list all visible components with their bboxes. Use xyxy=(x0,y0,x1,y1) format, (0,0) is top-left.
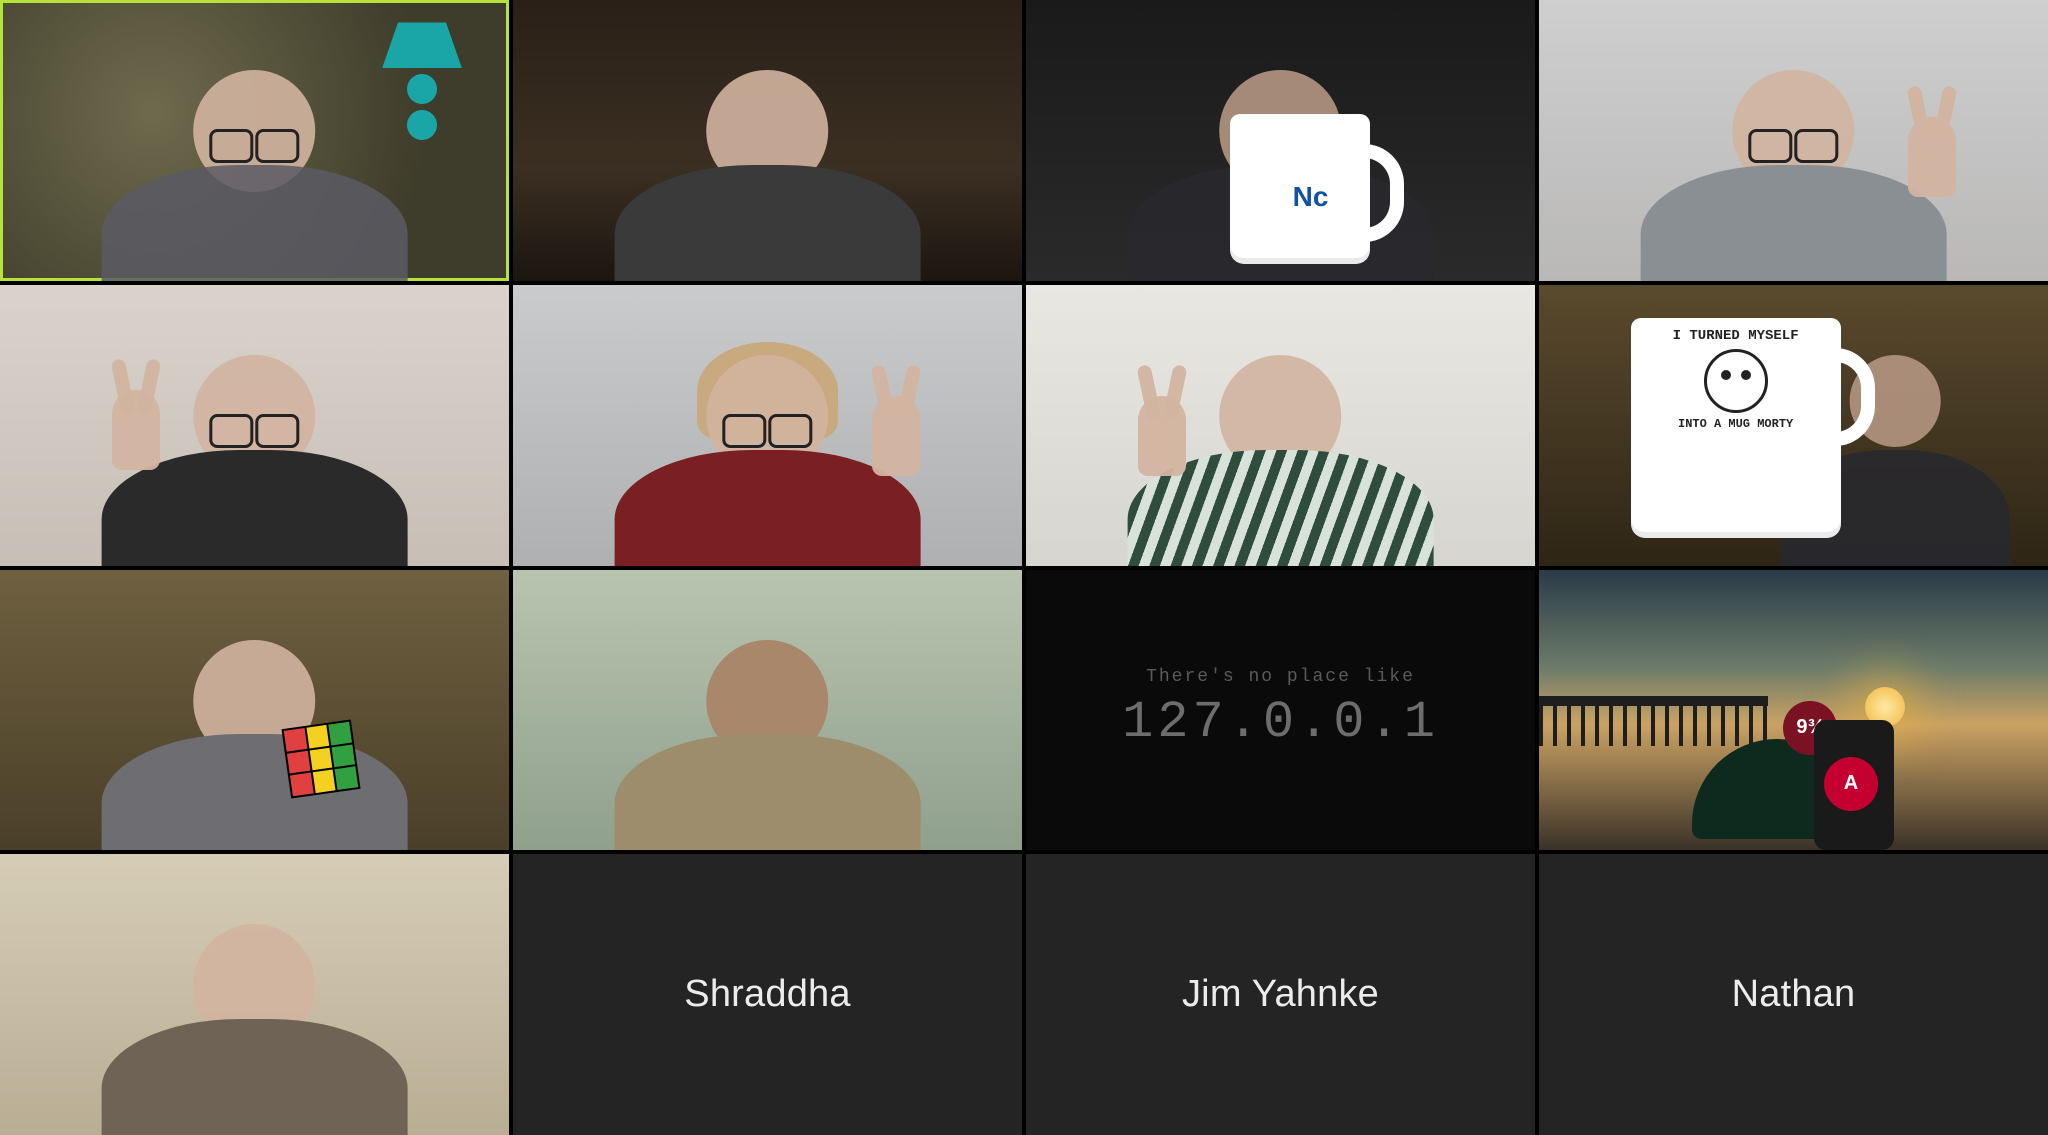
pier-icon xyxy=(1539,696,1768,706)
terminal-text-large: 127.0.0.1 xyxy=(1122,693,1439,752)
name-tile-jim-yahnke[interactable]: Jim Yahnke xyxy=(1026,854,1535,1135)
video-tile-participant-12[interactable]: 9¾ A xyxy=(1539,570,2048,851)
participant-name-label: Shraddha xyxy=(684,973,850,1016)
angular-logo-badge: A xyxy=(1824,757,1878,811)
mug-logo-text: Nc xyxy=(1293,181,1329,213)
video-tile-participant-6[interactable] xyxy=(513,285,1022,566)
video-tile-participant-9[interactable] xyxy=(0,570,509,851)
participant-name-label: Nathan xyxy=(1732,973,1856,1016)
video-tile-participant-8[interactable]: I TURNED MYSELF INTO A MUG MORTY xyxy=(1539,285,2048,566)
video-tile-participant-7[interactable] xyxy=(1026,285,1535,566)
mug-text-top: I TURNED MYSELF xyxy=(1631,318,1841,349)
cartoon-face-icon xyxy=(1704,349,1768,413)
video-tile-participant-1[interactable] xyxy=(0,0,509,281)
rubiks-cube-icon xyxy=(282,720,361,799)
mug-text-bottom: INTO A MUG MORTY xyxy=(1631,413,1841,431)
peace-sign-icon xyxy=(872,396,920,476)
mug-icon: Nc xyxy=(1230,114,1370,264)
video-tile-participant-10[interactable] xyxy=(513,570,1022,851)
mug-icon: I TURNED MYSELF INTO A MUG MORTY xyxy=(1631,318,1841,538)
participant-name-label: Jim Yahnke xyxy=(1182,973,1379,1016)
peace-sign-icon xyxy=(1138,396,1186,476)
video-tile-participant-13[interactable] xyxy=(0,854,509,1135)
name-tile-shraddha[interactable]: Shraddha xyxy=(513,854,1022,1135)
video-tile-participant-2[interactable] xyxy=(513,0,1022,281)
video-tile-participant-4[interactable] xyxy=(1539,0,2048,281)
peace-sign-icon xyxy=(1908,117,1956,197)
video-tile-participant-11-camera-off[interactable]: There's no place like 127.0.0.1 xyxy=(1026,570,1535,851)
terminal-text-small: There's no place like xyxy=(1146,667,1415,687)
pointing-hand-icon xyxy=(112,390,160,470)
video-tile-participant-3[interactable]: Nc xyxy=(1026,0,1535,281)
video-tile-participant-5[interactable] xyxy=(0,285,509,566)
video-gallery-grid: Nc I TURNED MYSELF INTO A MUG MORTY xyxy=(0,0,2048,1135)
name-tile-nathan[interactable]: Nathan xyxy=(1539,854,2048,1135)
